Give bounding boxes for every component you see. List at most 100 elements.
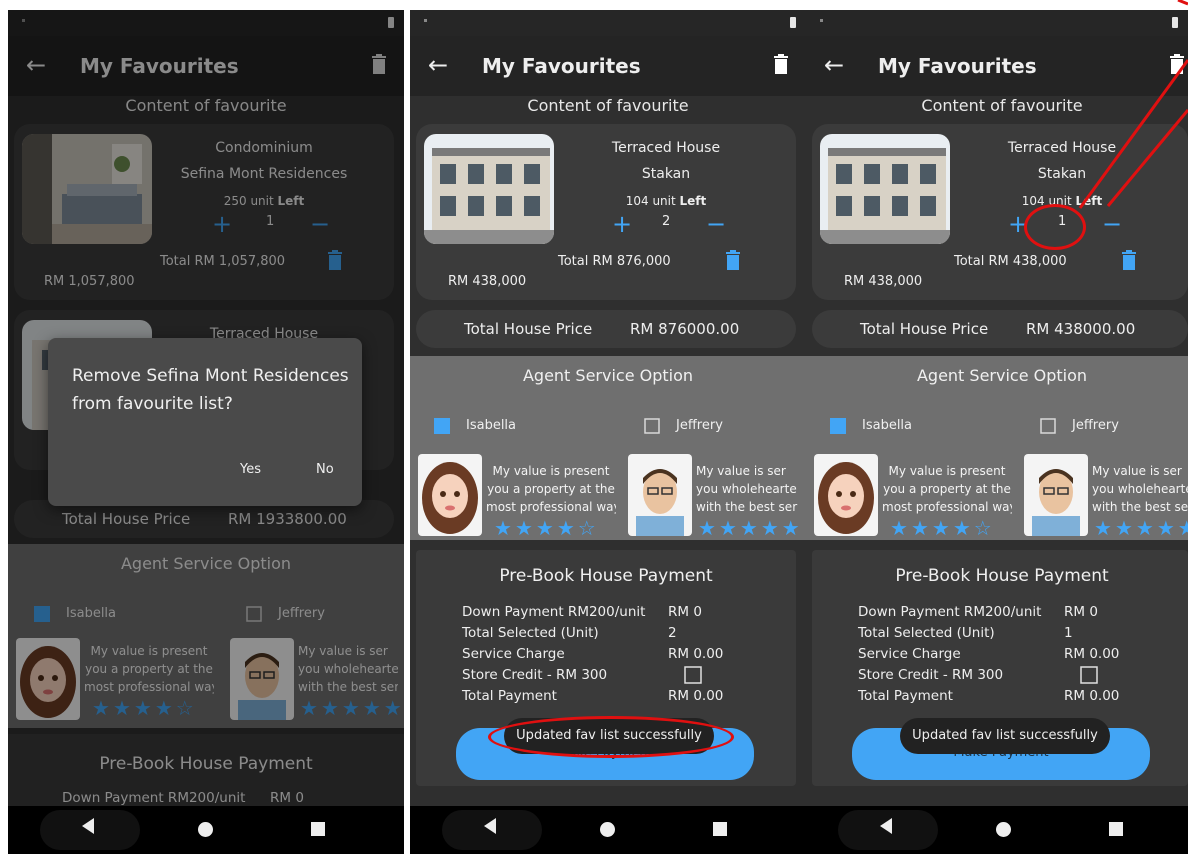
star-icon[interactable]: ★ (1136, 516, 1157, 540)
agent-desc-line-2: My value is ser (696, 464, 786, 478)
agent-service-panel: Agent Service Option Isabella Jeffrery M… (806, 356, 1188, 540)
pay-row-value: 2 (668, 625, 677, 641)
pay-row-label: Store Credit - RM 300 (462, 667, 608, 683)
units-left: 104 unit Left (625, 194, 707, 208)
minus-icon[interactable]: − (1102, 210, 1122, 238)
star-icon[interactable]: ★ (740, 516, 761, 540)
agent-desc-line-2: you wholehearte (1092, 482, 1188, 496)
total-house-label: Total House Price (464, 320, 593, 338)
star-icon[interactable]: ★ (719, 516, 740, 540)
yes-button[interactable]: Yes (240, 462, 261, 477)
delete-icon[interactable] (726, 250, 740, 270)
no-button[interactable]: No (316, 462, 334, 477)
nav-home-icon[interactable] (996, 822, 1011, 837)
pay-row-label: Service Charge (462, 646, 565, 662)
pay-row-label: Total Payment (462, 688, 557, 704)
star-icon[interactable]: ★ (911, 516, 932, 540)
star-icon[interactable]: ★ (536, 516, 557, 540)
minus-icon[interactable]: − (706, 210, 726, 238)
screen-updated-qty-1: ← My Favourites Content of favourite Ter… (806, 10, 1188, 854)
nav-recent-icon[interactable] (1109, 822, 1123, 836)
plus-icon[interactable]: + (612, 210, 632, 238)
agent-desc-line: you a property at the (883, 482, 1011, 496)
pay-row-value: RM 0 (668, 604, 702, 620)
favourite-card: Terraced House Stakan 104 unit Left + 1 … (812, 124, 1188, 300)
star-rating: ★★★★☆ (494, 516, 614, 540)
property-image (820, 134, 950, 244)
system-nav-bar (8, 806, 404, 854)
trash-icon[interactable] (774, 54, 788, 74)
back-arrow-icon[interactable]: ← (824, 50, 844, 80)
star-icon[interactable]: ★ (1094, 516, 1115, 540)
page-title: My Favourites (878, 54, 1037, 78)
agent-name: Isabella (862, 418, 913, 433)
battery-icon (790, 17, 796, 28)
status-bar (806, 10, 1188, 36)
star-icon[interactable]: ★ (557, 516, 578, 540)
pay-row-value: 1 (1064, 625, 1073, 641)
star-icon[interactable]: ★ (1178, 516, 1188, 540)
card-total: Total RM 876,000 (558, 254, 671, 269)
store-credit-checkbox[interactable] (1080, 666, 1098, 684)
checkbox-icon-agent1[interactable] (830, 418, 846, 434)
agent-desc-line: My value is present (492, 464, 610, 478)
delete-icon[interactable] (1122, 250, 1136, 270)
nav-back-icon[interactable] (880, 818, 892, 834)
store-credit-checkbox[interactable] (684, 666, 702, 684)
star-icon[interactable]: ★ (494, 516, 515, 540)
nav-recent-icon[interactable] (311, 822, 325, 836)
star-icon[interactable]: ★ (953, 516, 974, 540)
agent-name-2: Jeffrery (1072, 418, 1119, 433)
agent-section-title: Agent Service Option (522, 366, 694, 385)
agent-service-panel: Agent Service Option Isabella Jeffrery M… (410, 356, 806, 540)
agent-desc-line: My value is present (888, 464, 1006, 478)
star-icon[interactable]: ★ (698, 516, 719, 540)
system-nav-bar (806, 806, 1188, 854)
avatar-2 (628, 454, 692, 536)
avatar-2 (1024, 454, 1088, 536)
nav-back-icon[interactable] (82, 818, 94, 834)
star-icon[interactable]: ★ (515, 516, 536, 540)
property-name: Stakan (641, 166, 691, 182)
pay-row-value: RM 0 (1064, 604, 1098, 620)
nav-home-icon[interactable] (600, 822, 615, 837)
star-icon[interactable]: ★ (761, 516, 782, 540)
nav-back-icon[interactable] (484, 818, 496, 834)
star-rating-2: ★★★★★ (698, 516, 804, 540)
checkbox-icon-agent2[interactable] (1040, 418, 1056, 434)
agent-desc-line-2: My value is ser (1092, 464, 1182, 478)
trash-icon[interactable] (1170, 54, 1184, 74)
agent-desc-line: you a property at the (487, 482, 615, 496)
star-icon[interactable]: ★ (932, 516, 953, 540)
nav-recent-icon[interactable] (713, 822, 727, 836)
star-icon[interactable]: ★ (1115, 516, 1136, 540)
pay-row-value: RM 0.00 (668, 646, 724, 662)
pay-row-label: Down Payment RM200/unit (462, 604, 646, 620)
pay-row-label: Down Payment RM200/unit (858, 604, 1042, 620)
nav-home-icon[interactable] (198, 822, 213, 837)
star-icon[interactable]: ☆ (974, 516, 995, 540)
app-bar: ← My Favourites (806, 36, 1188, 96)
total-house-label: Total House Price (860, 320, 989, 338)
property-price: RM 438,000 (844, 274, 923, 289)
battery-icon (1172, 17, 1178, 28)
back-arrow-icon[interactable]: ← (428, 50, 448, 80)
property-name: Stakan (1037, 166, 1087, 182)
pay-row-label: Total Selected (Unit) (462, 625, 599, 641)
star-icon[interactable]: ★ (890, 516, 911, 540)
quantity-highlight-ellipse (1024, 204, 1086, 250)
prebook-panel: Pre-Book House Payment Down Payment RM20… (812, 550, 1188, 786)
total-house-value: RM 438000.00 (1026, 320, 1136, 338)
screen-remove-dialog: ← My Favourites Content of favourite Con… (8, 10, 404, 854)
pay-row-label: Service Charge (858, 646, 961, 662)
pay-row-value: RM 0.00 (1064, 646, 1120, 662)
checkbox-icon-agent2[interactable] (644, 418, 660, 434)
star-icon[interactable]: ★ (782, 516, 803, 540)
status-bar (410, 10, 806, 36)
avatar (814, 454, 878, 536)
checkbox-icon-agent1[interactable] (434, 418, 450, 434)
star-icon[interactable]: ★ (1157, 516, 1178, 540)
agent-desc-line: most professional way. (882, 500, 1012, 514)
property-image (424, 134, 554, 244)
star-icon[interactable]: ☆ (578, 516, 599, 540)
